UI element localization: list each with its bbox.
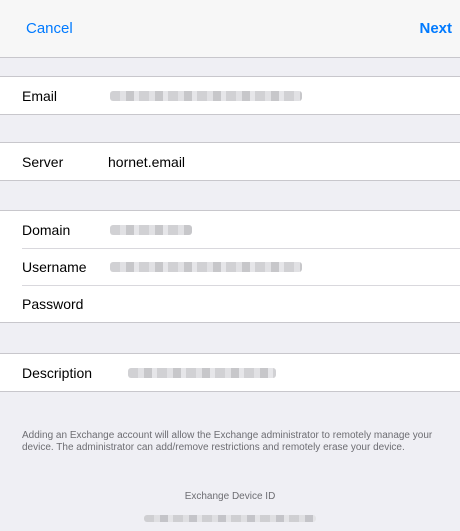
email-group: Email xyxy=(0,76,460,115)
description-field[interactable]: Description xyxy=(0,354,460,391)
description-label: Description xyxy=(22,364,93,381)
navigation-bar: Cancel Next xyxy=(0,0,460,58)
server-group: Server hornet.email xyxy=(0,142,460,181)
server-field[interactable]: Server hornet.email xyxy=(0,143,460,180)
password-label: Password xyxy=(22,295,84,312)
device-id-label: Exchange Device ID xyxy=(184,491,276,502)
credentials-group: Domain Username Password xyxy=(0,210,460,323)
password-field[interactable]: Password xyxy=(0,285,460,322)
email-label: Email xyxy=(22,87,58,104)
username-label: Username xyxy=(22,258,87,275)
description-value-redacted xyxy=(128,368,276,378)
server-value: hornet.email xyxy=(108,153,186,170)
email-field[interactable]: Email xyxy=(0,77,460,114)
domain-field[interactable]: Domain xyxy=(0,211,460,248)
domain-value-redacted xyxy=(110,225,192,235)
device-id-value-redacted xyxy=(144,515,316,522)
username-field[interactable]: Username xyxy=(0,248,460,285)
next-button[interactable]: Next xyxy=(419,20,452,37)
server-label: Server xyxy=(22,153,64,170)
cancel-button[interactable]: Cancel xyxy=(26,20,73,37)
username-value-redacted xyxy=(110,262,302,272)
email-value-redacted xyxy=(110,91,302,101)
domain-label: Domain xyxy=(22,221,71,238)
exchange-admin-note: Adding an Exchange account will allow th… xyxy=(22,430,433,453)
description-group: Description xyxy=(0,353,460,392)
